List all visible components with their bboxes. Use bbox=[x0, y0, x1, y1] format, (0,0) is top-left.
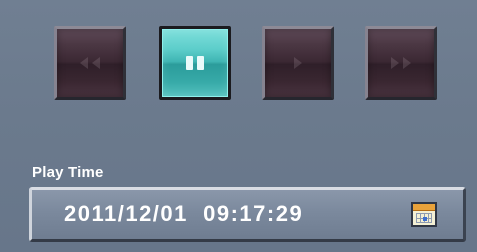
rewind-button[interactable] bbox=[54, 26, 126, 100]
rewind-icon bbox=[80, 57, 100, 69]
pause-button[interactable] bbox=[159, 26, 231, 100]
playback-panel: Play Time 2011/12/01 09:17:29 bbox=[0, 0, 477, 252]
play-time-value: 2011/12/01 09:17:29 bbox=[64, 201, 304, 226]
calendar-button[interactable] bbox=[411, 202, 437, 227]
play-time-label: Play Time bbox=[32, 164, 104, 181]
calendar-icon bbox=[413, 204, 435, 211]
pause-icon bbox=[186, 56, 204, 70]
play-time-field[interactable]: 2011/12/01 09:17:29 bbox=[29, 187, 466, 242]
play-button[interactable] bbox=[262, 26, 334, 100]
fast-forward-icon bbox=[391, 57, 411, 69]
play-icon bbox=[294, 57, 302, 69]
fast-forward-button[interactable] bbox=[365, 26, 437, 100]
